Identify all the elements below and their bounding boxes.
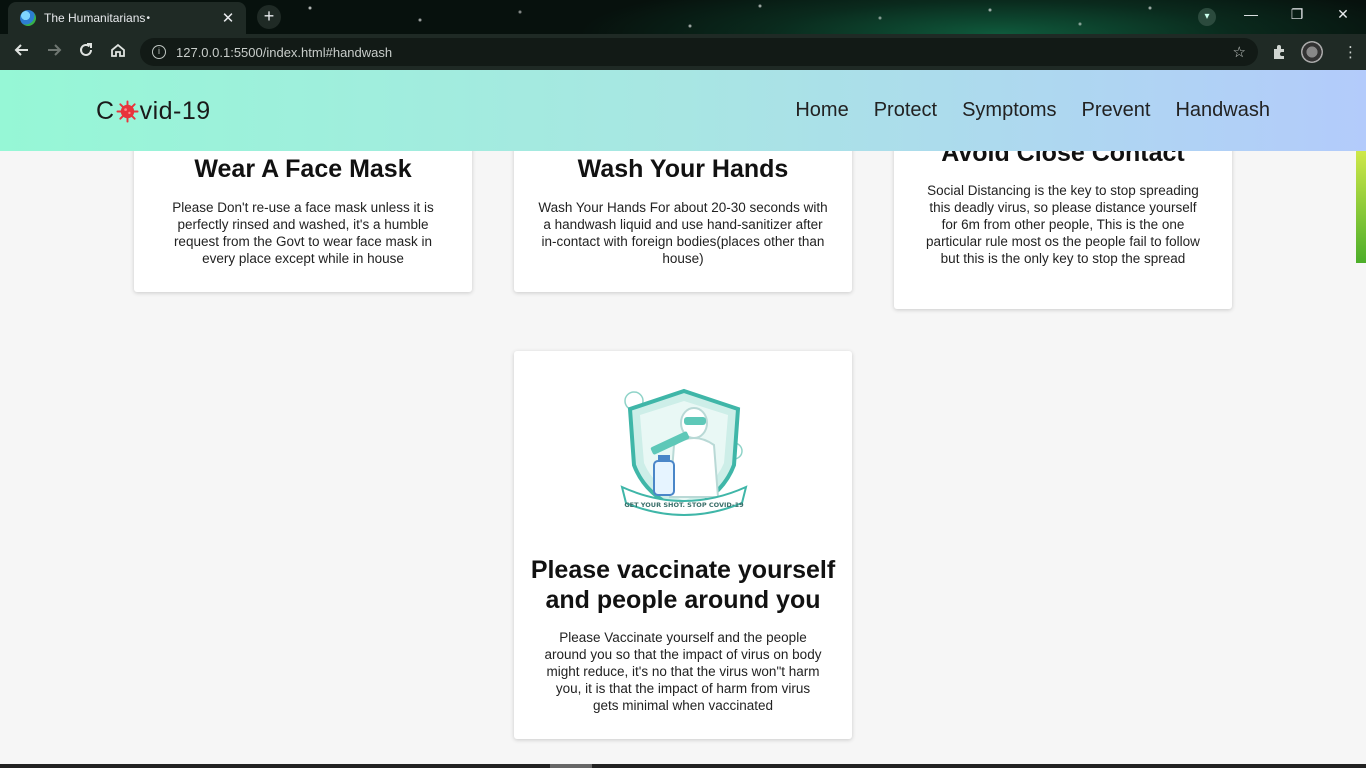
- card-title: Wear A Face Mask: [194, 155, 412, 183]
- card-text: Social Distancing is the key to stop spr…: [926, 183, 1200, 266]
- address-bar[interactable]: i 127.0.0.1:5500/index.html#handwash ☆: [140, 38, 1258, 66]
- virus-icon: [116, 100, 139, 123]
- nav-symptoms[interactable]: Symptoms: [962, 99, 1056, 122]
- card-title-line-1: Please vaccinate yourself: [530, 556, 836, 584]
- menu-icon[interactable]: ⋮: [1343, 43, 1358, 61]
- star-icon[interactable]: ☆: [1233, 43, 1246, 61]
- window-close-button[interactable]: ✕: [1333, 6, 1353, 23]
- card-text: Please Don't re-use a face mask unless i…: [172, 200, 434, 266]
- tab-title: The Humanitarians: [44, 11, 146, 25]
- scroll-indicator-strip: [1356, 151, 1366, 263]
- extensions-icon[interactable]: [1271, 43, 1288, 64]
- site-navbar: C vid-19 Home Protect Symptoms Prevent H…: [0, 70, 1366, 151]
- vaccine-shield-illustration: GET YOUR SHOT. STOP COVID-19: [620, 388, 748, 516]
- new-tab-button[interactable]: +: [257, 5, 281, 29]
- forward-icon[interactable]: [43, 41, 65, 63]
- reload-icon[interactable]: [75, 41, 97, 63]
- nav-home[interactable]: Home: [795, 99, 848, 122]
- scrollbar-thumb[interactable]: [550, 764, 592, 768]
- home-icon[interactable]: [107, 41, 129, 63]
- card-title: Please vaccinate yourself and people aro…: [514, 555, 852, 615]
- logo-prefix: C: [96, 97, 115, 125]
- nav-handwash[interactable]: Handwash: [1175, 99, 1270, 122]
- card-title-line-2: and people around you: [545, 586, 821, 614]
- profile-icon[interactable]: [1301, 41, 1323, 63]
- globe-favicon-icon: [20, 10, 36, 26]
- url-text: 127.0.0.1:5500/index.html#handwash: [176, 44, 393, 60]
- logo-suffix: vid-19: [139, 97, 211, 125]
- nav-protect[interactable]: Protect: [874, 99, 937, 122]
- back-icon[interactable]: [11, 41, 33, 63]
- minimize-button[interactable]: —: [1241, 6, 1261, 22]
- card-text: Please Vaccinate yourself and the people…: [544, 630, 822, 713]
- browser-toolbar: i 127.0.0.1:5500/index.html#handwash ☆ ⋮: [0, 34, 1366, 70]
- card-title: Wash Your Hands: [577, 155, 789, 183]
- info-icon[interactable]: i: [152, 45, 166, 59]
- tab-search-icon[interactable]: ▾: [1198, 8, 1216, 26]
- browser-tab[interactable]: The Humanitarians • ✕: [8, 2, 246, 34]
- vaccinate-card: GET YOUR SHOT. STOP COVID-19 Please vacc…: [514, 351, 852, 739]
- browser-tabstrip: The Humanitarians • ✕ + ▾ — ❐ ✕: [0, 0, 1366, 34]
- card-text: Wash Your Hands For about 20-30 seconds …: [538, 200, 828, 266]
- restore-button[interactable]: ❐: [1287, 6, 1307, 23]
- horizontal-scrollbar[interactable]: [0, 764, 1366, 768]
- tab-audio-dot: •: [146, 12, 150, 24]
- tab-close-icon[interactable]: ✕: [220, 9, 236, 27]
- site-logo[interactable]: C vid-19: [96, 97, 211, 126]
- site-nav-links: Home Protect Symptoms Prevent Handwash: [795, 99, 1270, 122]
- vaccine-image-caption: GET YOUR SHOT. STOP COVID-19: [624, 501, 744, 509]
- nav-prevent[interactable]: Prevent: [1082, 99, 1151, 122]
